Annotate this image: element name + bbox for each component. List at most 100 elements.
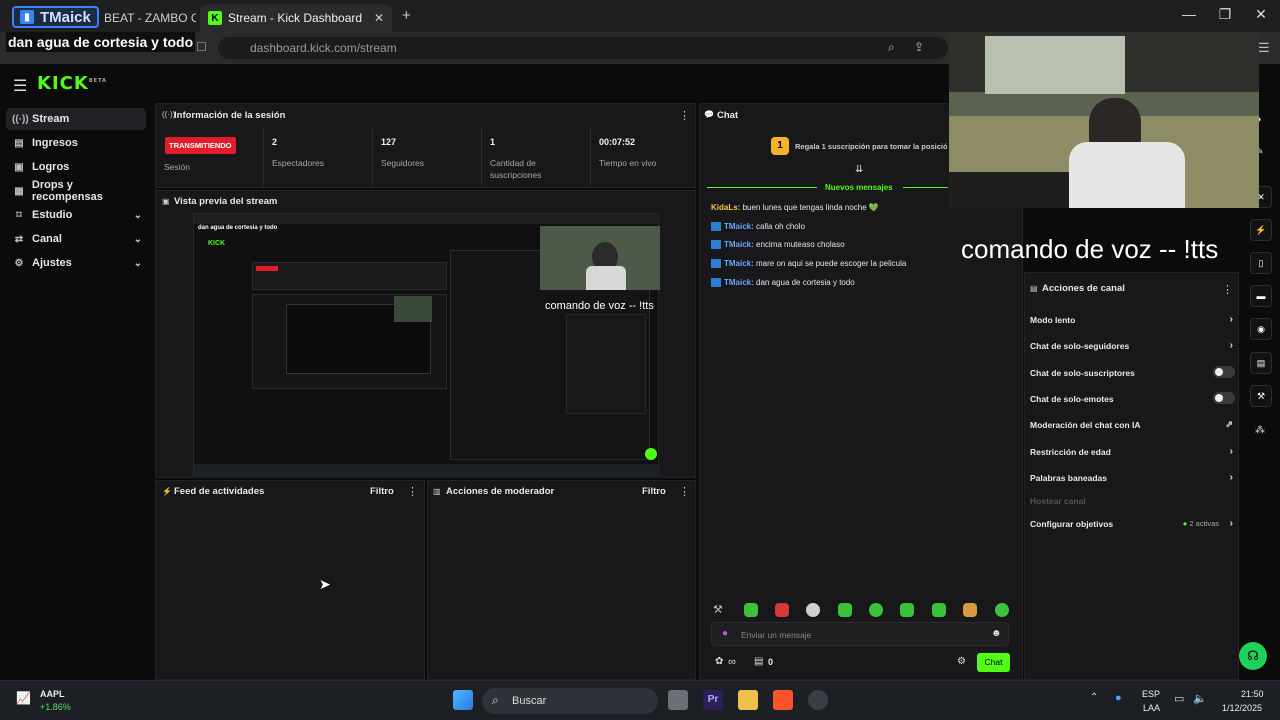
send-chat-button[interactable]: Chat: [977, 653, 1010, 672]
share-icon[interactable]: ⇪: [914, 40, 924, 54]
sidebar-item-ingresos[interactable]: ▤ Ingresos: [6, 132, 146, 154]
rail-wrench-icon[interactable]: ⚒: [1250, 385, 1272, 407]
emote-icon[interactable]: [775, 603, 789, 617]
minimize-icon[interactable]: —: [1174, 6, 1204, 22]
emote-icon[interactable]: [900, 603, 914, 617]
stock-chart-icon: 📈: [16, 691, 31, 705]
rail-lightning-icon[interactable]: ⚡: [1250, 219, 1272, 241]
divider: [481, 128, 482, 186]
rail-layout-icon[interactable]: ▤: [1250, 352, 1272, 374]
more-options-icon[interactable]: ⋮: [1222, 283, 1233, 296]
maximize-icon[interactable]: ❐: [1210, 6, 1240, 23]
file-explorer-icon[interactable]: [738, 690, 758, 710]
url-field[interactable]: dashboard.kick.com/stream: [218, 37, 948, 59]
goals-active-count: ● 2 activas: [1182, 519, 1219, 528]
action-followers-only[interactable]: Chat de solo-seguidores ›: [1030, 340, 1235, 351]
premiere-icon[interactable]: Pr: [703, 690, 723, 710]
emote-icon[interactable]: [744, 603, 758, 617]
emote-icon[interactable]: [869, 603, 883, 617]
network-icon[interactable]: ▭: [1174, 692, 1184, 705]
brave-browser-icon[interactable]: [773, 690, 793, 710]
emote-icon[interactable]: [838, 603, 852, 617]
microphone-icon[interactable]: ●: [1115, 692, 1122, 704]
stock-ticker[interactable]: AAPL: [40, 689, 65, 699]
subscribers-only-toggle[interactable]: [1213, 366, 1235, 378]
preview-icon: ▣: [162, 197, 170, 206]
zoom-search-icon[interactable]: ⌕: [888, 40, 895, 55]
tab-beat[interactable]: BEAT - ZAMBO CAVE: [96, 4, 196, 32]
preview-webcam: [540, 226, 660, 290]
goals-active-text: 2 activas: [1189, 519, 1219, 528]
sidebar-item-stream[interactable]: ((·)) Stream: [6, 108, 146, 130]
rail-broadcast-icon[interactable]: ◉: [1250, 318, 1272, 340]
chat-bubble-icon: 💬: [704, 110, 714, 119]
action-slow-mode[interactable]: Modo lento ›: [1030, 314, 1235, 325]
support-headset-icon[interactable]: ☊: [1239, 642, 1267, 670]
taskbar-search[interactable]: ⌕ Buscar: [482, 688, 658, 714]
chat-settings-icon[interactable]: ⚙: [957, 656, 966, 667]
rail-chat-icon[interactable]: ▬: [1250, 285, 1272, 307]
points-icon[interactable]: ✿: [715, 656, 723, 667]
sidebar-item-label: Ajustes: [32, 257, 72, 269]
chat-input[interactable]: ● Enviar un mensaje ☻: [711, 622, 1009, 646]
kick-logo[interactable]: KICKBETA: [37, 73, 107, 94]
action-ai-moderation[interactable]: Moderación del chat con IA ⇗: [1030, 419, 1235, 430]
tab-label: Stream - Kick Dashboard: [228, 11, 363, 25]
chevron-up-icon[interactable]: ⌃: [1090, 692, 1098, 703]
close-window-icon[interactable]: ✕: [1246, 6, 1276, 23]
more-options-icon[interactable]: ⋮: [407, 485, 418, 498]
action-subscribers-only: Chat de solo-suscriptores: [1030, 366, 1235, 378]
mic-icon[interactable]: ●: [722, 628, 728, 639]
volume-icon[interactable]: 🔈: [1193, 692, 1207, 705]
emote-icon[interactable]: [806, 603, 820, 617]
activity-filter-button[interactable]: Filtro: [370, 486, 394, 497]
menu-icon[interactable]: ☰: [1258, 40, 1270, 56]
chat-username[interactable]: TMaick:: [724, 222, 754, 231]
search-icon: ⌕: [492, 693, 499, 707]
tab-label: BEAT - ZAMBO CAVE: [104, 11, 196, 25]
action-age-restriction[interactable]: Restricción de edad ›: [1030, 446, 1235, 457]
moderator-actions-title: Acciones de moderador: [446, 486, 555, 497]
windows-start-icon[interactable]: [453, 690, 473, 710]
gift-sub-promo[interactable]: Regala 1 suscripción para tomar la posic…: [795, 142, 947, 151]
chat-username[interactable]: KidaLs:: [711, 203, 740, 212]
more-options-icon[interactable]: ⋮: [679, 485, 690, 498]
action-configure-goals[interactable]: Configurar objetivos ● 2 activas ›: [1030, 518, 1235, 529]
chat-username[interactable]: TMaick:: [724, 278, 754, 287]
stream-preview-video[interactable]: dan agua de cortesia y todo KICK comando…: [193, 213, 660, 478]
action-banned-words[interactable]: Palabras baneadas ›: [1030, 472, 1235, 483]
moderator-filter-button[interactable]: Filtro: [642, 486, 666, 497]
hamburger-menu-icon[interactable]: ☰: [13, 76, 27, 96]
chat-username[interactable]: TMaick:: [724, 259, 754, 268]
sidebar-item-estudio[interactable]: ⌑ Estudio ⌄: [6, 204, 146, 226]
emoji-icon[interactable]: ☻: [991, 628, 1002, 639]
task-view-icon[interactable]: [668, 690, 688, 710]
rail-users-icon[interactable]: ⁂: [1255, 425, 1265, 436]
sidebar-item-ajustes[interactable]: ⚙ Ajustes ⌄: [6, 252, 146, 274]
profile-badge[interactable]: ▮ TMaick: [12, 6, 99, 28]
bookmark-icon[interactable]: ☐: [196, 40, 207, 54]
pinned-chevron-icon[interactable]: ⇊: [855, 164, 863, 175]
chat-username[interactable]: TMaick:: [724, 240, 754, 249]
sidebar-item-logros[interactable]: ▣ Logros: [6, 156, 146, 178]
sidebar-item-canal[interactable]: ⇄ Canal ⌄: [6, 228, 146, 250]
action-label: Configurar objetivos: [1030, 519, 1114, 529]
new-tab-icon[interactable]: +: [402, 7, 411, 24]
close-tab-icon[interactable]: ✕: [374, 11, 384, 25]
emote-icon[interactable]: [963, 603, 977, 617]
more-options-icon[interactable]: ⋮: [679, 109, 690, 122]
clock-date[interactable]: 1/12/2025: [1222, 703, 1262, 713]
sidebar-item-drops[interactable]: ▦ Drops y recompensas: [6, 179, 146, 203]
rail-document-icon[interactable]: ▯: [1250, 252, 1272, 274]
emote-icon[interactable]: [932, 603, 946, 617]
emote-tool-icon[interactable]: ⚒: [713, 603, 723, 616]
tab-kick-dashboard[interactable]: K Stream - Kick Dashboard ✕: [200, 4, 392, 32]
emotes-only-toggle[interactable]: [1213, 392, 1235, 404]
app-icon[interactable]: [808, 690, 828, 710]
gift-icon[interactable]: ▤: [754, 656, 763, 667]
emote-icon[interactable]: [995, 603, 1009, 617]
language-indicator[interactable]: ESP: [1142, 689, 1160, 699]
clock-time[interactable]: 21:50: [1241, 689, 1264, 699]
preview-taskbar: [194, 464, 660, 478]
chevron-down-icon: ⌄: [133, 209, 142, 221]
